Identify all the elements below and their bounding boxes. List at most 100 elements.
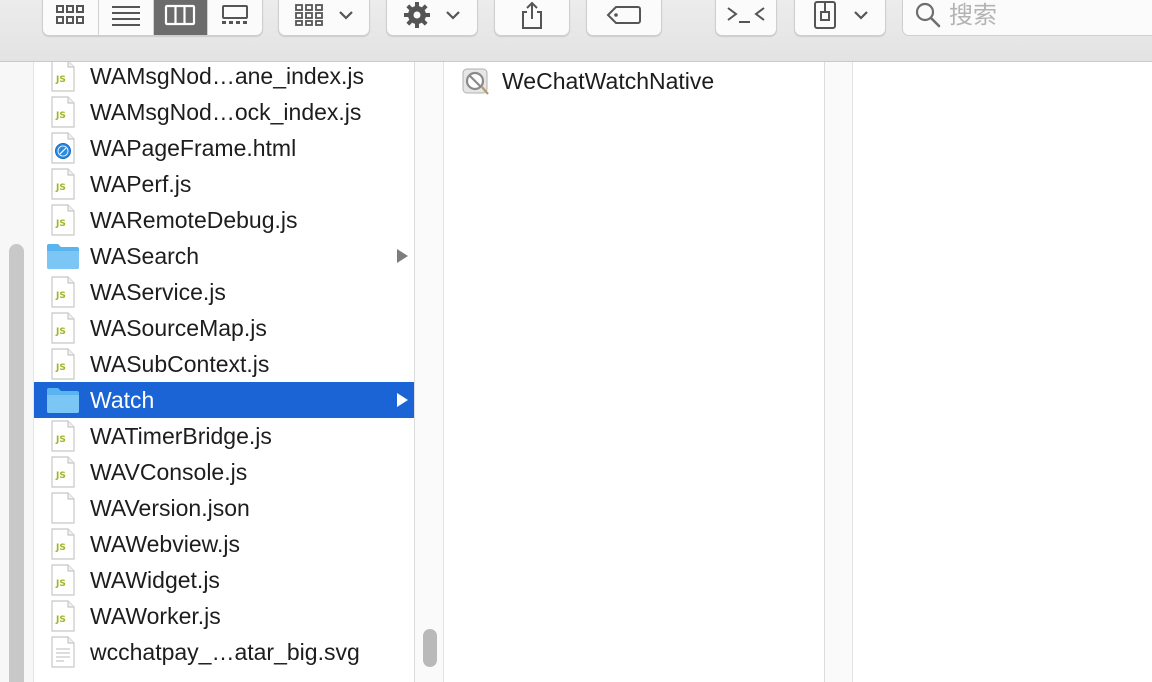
share-icon (522, 1, 542, 29)
file-row-0[interactable]: WeChatWatchNative (444, 62, 824, 100)
html-file-icon (46, 132, 80, 164)
file-name: Watch (90, 386, 155, 413)
file-row-11[interactable]: JS WAVConsole.js (34, 454, 414, 490)
archive-button[interactable] (794, 0, 886, 36)
icon-view-button[interactable] (43, 0, 99, 35)
svg-text:JS: JS (55, 327, 66, 337)
column-1-scrollbar-thumb[interactable] (423, 629, 437, 667)
file-name: WAPerf.js (90, 170, 192, 197)
js-file-icon: JS (46, 168, 80, 200)
share-button[interactable] (494, 0, 570, 36)
browser-column-2: WeChatWatchNative (444, 62, 825, 682)
file-row-6[interactable]: JS WAService.js (34, 274, 414, 310)
file-name: WATimerBridge.js (90, 422, 272, 449)
file-row-2[interactable]: WAPageFrame.html (34, 130, 414, 166)
blank-file-icon (46, 492, 80, 524)
sidebar-edge (0, 62, 34, 682)
columns-icon (165, 4, 196, 26)
browser-column-3 (853, 62, 1152, 682)
file-name: WARemoteDebug.js (90, 206, 298, 233)
folder-icon (46, 240, 80, 272)
file-name: WAVConsole.js (90, 458, 248, 485)
text-file-icon (46, 636, 80, 668)
file-name: WASearch (90, 242, 200, 269)
terminal-button[interactable] (715, 0, 777, 36)
search-field[interactable] (902, 0, 1152, 36)
js-file-icon: JS (46, 96, 80, 128)
js-file-icon: JS (46, 62, 80, 92)
file-row-10[interactable]: JS WATimerBridge.js (34, 418, 414, 454)
svg-text:JS: JS (55, 219, 66, 229)
file-name: WAWebview.js (90, 530, 240, 557)
chevron-down-icon (339, 11, 353, 20)
file-name: WAWidget.js (90, 566, 220, 593)
file-name: WAMsgNod…ock_index.js (90, 98, 362, 125)
js-file-icon: JS (46, 204, 80, 236)
file-list: WeChatWatchNative (444, 62, 824, 100)
file-name: WASubContext.js (90, 350, 270, 377)
action-button[interactable] (386, 0, 478, 36)
search-icon (915, 2, 941, 28)
archive-icon (814, 1, 836, 29)
group-by-button[interactable] (278, 0, 370, 36)
file-row-12[interactable]: WAVersion.json (34, 490, 414, 526)
file-row-14[interactable]: JS WAWidget.js (34, 562, 414, 598)
svg-text:JS: JS (55, 111, 66, 121)
search-input[interactable] (949, 1, 1149, 29)
js-file-icon: JS (46, 312, 80, 344)
file-name: WASourceMap.js (90, 314, 267, 341)
js-file-icon: JS (46, 564, 80, 596)
js-file-icon: JS (46, 456, 80, 488)
file-name: WAService.js (90, 278, 226, 305)
svg-text:JS: JS (55, 291, 66, 301)
view-mode-control (42, 0, 263, 36)
file-row-8[interactable]: JS WASubContext.js (34, 346, 414, 382)
file-list: JS WAMsgNod…ane_index.js JS WAMsgNod…ock… (34, 62, 414, 670)
folder-row-9[interactable]: Watch (34, 382, 414, 418)
file-row-16[interactable]: wcchatpay_…atar_big.svg (34, 634, 414, 670)
svg-text:JS: JS (55, 615, 66, 625)
file-row-0[interactable]: JS WAMsgNod…ane_index.js (34, 62, 414, 94)
file-row-7[interactable]: JS WASourceMap.js (34, 310, 414, 346)
file-row-13[interactable]: JS WAWebview.js (34, 526, 414, 562)
gear-icon (404, 2, 430, 28)
disclosure-arrow-icon (397, 393, 408, 407)
finder-toolbar (0, 0, 1152, 62)
file-row-15[interactable]: JS WAWorker.js (34, 598, 414, 634)
file-name: WAVersion.json (90, 494, 250, 521)
prohibited-app-icon (458, 65, 492, 97)
file-name: wcchatpay_…atar_big.svg (90, 638, 360, 665)
sidebar-scrollbar-thumb[interactable] (9, 244, 24, 682)
svg-text:JS: JS (55, 183, 66, 193)
js-file-icon: JS (46, 528, 80, 560)
grid-icon (56, 5, 85, 24)
folder-icon (46, 384, 80, 416)
tags-button[interactable] (586, 0, 662, 36)
tag-icon (606, 6, 641, 24)
column-2-scrollbar[interactable] (825, 62, 853, 682)
list-view-button[interactable] (99, 0, 154, 35)
file-name: WAMsgNod…ane_index.js (90, 62, 364, 89)
browser-column-1: JS WAMsgNod…ane_index.js JS WAMsgNod…ock… (34, 62, 415, 682)
js-file-icon: JS (46, 276, 80, 308)
gallery-icon (221, 5, 248, 24)
svg-text:JS: JS (55, 543, 66, 553)
file-row-1[interactable]: JS WAMsgNod…ock_index.js (34, 94, 414, 130)
disclosure-arrow-icon (397, 249, 408, 263)
file-name: WAPageFrame.html (90, 134, 297, 161)
file-row-4[interactable]: JS WARemoteDebug.js (34, 202, 414, 238)
column-view-button[interactable] (154, 0, 208, 35)
svg-text:JS: JS (55, 579, 66, 589)
file-row-3[interactable]: JS WAPerf.js (34, 166, 414, 202)
js-file-icon: JS (46, 420, 80, 452)
chevron-down-icon (446, 11, 460, 20)
folder-row-5[interactable]: WASearch (34, 238, 414, 274)
gallery-view-button[interactable] (208, 0, 262, 35)
column-1-scrollbar[interactable] (415, 62, 444, 682)
svg-text:JS: JS (55, 363, 66, 373)
file-name: WeChatWatchNative (502, 67, 715, 94)
svg-text:JS: JS (55, 435, 66, 445)
list-icon (111, 6, 140, 26)
group-grid-icon (295, 4, 323, 26)
svg-text:JS: JS (55, 75, 66, 85)
